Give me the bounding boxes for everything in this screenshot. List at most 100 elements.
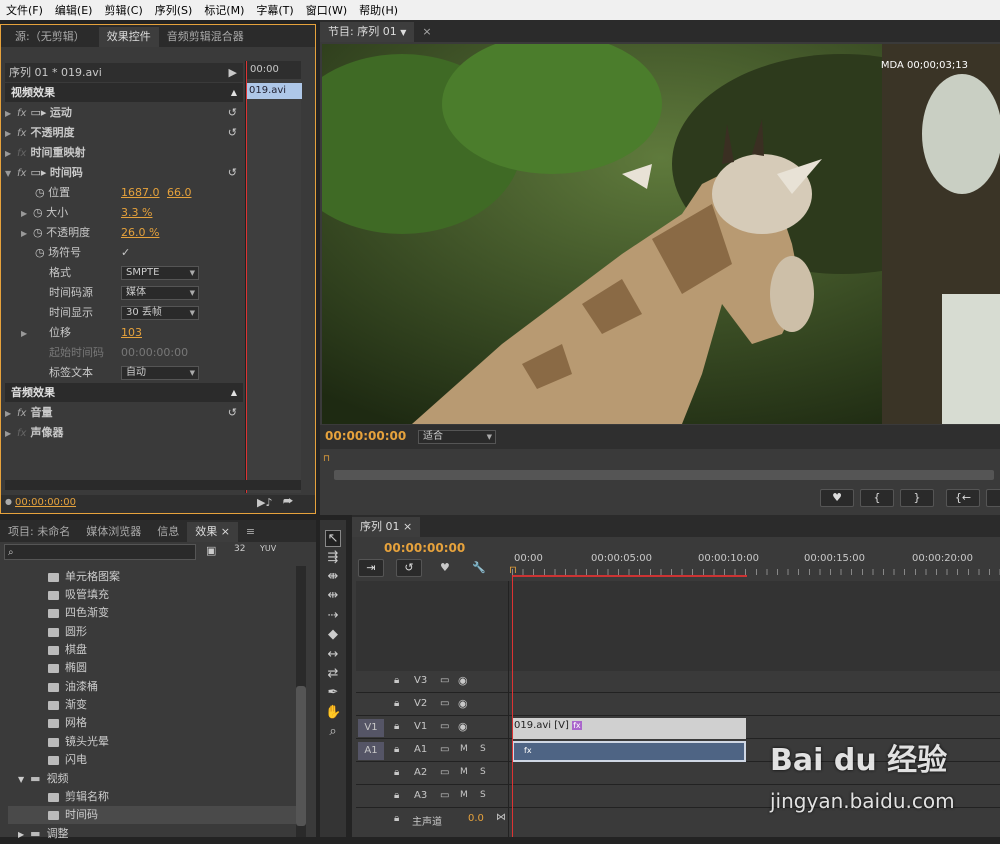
list-item[interactable]: 镜头光晕 <box>48 733 109 751</box>
add-marker-icon[interactable]: ♥ <box>440 561 450 574</box>
work-area-bar[interactable] <box>512 575 747 577</box>
expand-icon[interactable]: ▶ <box>18 830 24 839</box>
timeline-playhead[interactable] <box>512 575 513 837</box>
list-item[interactable]: 油漆桶 <box>48 678 98 696</box>
slip-tool-icon[interactable]: ↔ <box>325 647 341 662</box>
fx-icon[interactable]: fx <box>17 168 26 179</box>
sync-lock-icon[interactable]: ▭ <box>440 698 449 709</box>
track-select-tool-icon[interactable]: ⇶ <box>325 550 341 565</box>
zoom-tool-icon[interactable]: ⌕ <box>325 724 341 739</box>
rolling-edit-tool-icon[interactable]: ⇹ <box>325 588 341 603</box>
list-item[interactable]: 时间码 <box>8 806 296 824</box>
play-arrow-icon[interactable]: ▶ <box>229 63 237 82</box>
list-item[interactable]: 闪电 <box>48 751 87 769</box>
hand-tool-icon[interactable]: ✋ <box>325 705 341 720</box>
list-item[interactable]: 网格 <box>48 714 87 732</box>
menu-marker[interactable]: 标记(M) <box>198 2 250 18</box>
list-item[interactable]: 单元格图案 <box>48 568 120 586</box>
lock-icon[interactable]: 🔒︎ <box>394 790 399 801</box>
lock-icon[interactable]: 🔒︎ <box>394 744 399 755</box>
ripple-edit-tool-icon[interactable]: ⇼ <box>325 569 341 584</box>
list-item[interactable]: 椭圆 <box>48 659 87 677</box>
stopwatch-icon[interactable]: ◷ <box>35 186 45 199</box>
sync-lock-icon[interactable]: ▭ <box>440 767 449 778</box>
stopwatch-icon[interactable]: ◷ <box>35 246 45 259</box>
audio-play-icon[interactable]: ▶♪ <box>257 496 272 509</box>
list-item[interactable]: 渐变 <box>48 696 87 714</box>
collapse-icon[interactable]: ▲ <box>231 83 237 102</box>
effect-panner[interactable]: ▶ fx 声像器 <box>5 423 243 442</box>
master-end-icon[interactable]: ⋈ <box>496 812 506 823</box>
collapse-icon[interactable]: ▼ <box>5 164 17 183</box>
lock-icon[interactable]: 🔒︎ <box>394 698 399 709</box>
expand-icon[interactable]: ▶ <box>5 104 17 123</box>
menu-clip[interactable]: 剪辑(C) <box>98 2 148 18</box>
fit-select[interactable]: 适合 <box>418 430 496 444</box>
list-item[interactable]: 四色渐变 <box>48 604 109 622</box>
reset-icon[interactable]: ↺ <box>228 123 237 142</box>
reset-icon[interactable]: ↺ <box>228 103 237 122</box>
eye-icon[interactable]: ◉ <box>458 674 468 687</box>
timeline-ruler[interactable]: 00:00 00:00:05:00 00:00:10:00 00:00:15:0… <box>509 551 1000 579</box>
fx-icon[interactable]: fx <box>17 128 26 139</box>
list-item[interactable]: 圆形 <box>48 623 87 641</box>
list-item[interactable]: 吸管填充 <box>48 586 109 604</box>
audio-clip[interactable]: fx <box>512 741 746 762</box>
folder-video[interactable]: ▼ ▬ 视频 <box>18 770 69 788</box>
master-volume-value[interactable]: 0.0 <box>468 813 484 824</box>
effect-time-remap[interactable]: ▶ fx 时间重映射 <box>5 143 243 162</box>
sync-lock-icon[interactable]: ▭ <box>440 790 449 801</box>
tab-effects[interactable]: 效果 × <box>187 522 238 542</box>
rate-stretch-tool-icon[interactable]: ⇢ <box>325 608 341 623</box>
source-select[interactable]: 媒体 <box>121 286 199 300</box>
effect-opacity[interactable]: ▶ fx 不透明度 ↺ <box>5 123 243 142</box>
ec-scrollbar[interactable] <box>5 480 301 490</box>
program-current-time[interactable]: 00:00:00:00 <box>325 429 406 443</box>
label-text-select[interactable]: 自动 <box>121 366 199 380</box>
go-to-out-button[interactable] <box>986 489 1000 507</box>
zoom-scrollbar[interactable] <box>334 470 994 480</box>
opacity-value[interactable]: 26.0 % <box>121 223 159 242</box>
fx-icon[interactable]: fx <box>17 108 26 119</box>
yuv-effects-icon[interactable]: YUV <box>260 544 276 553</box>
tab-program[interactable]: 节目: 序列 01 ▼ <box>320 22 415 42</box>
expand-icon[interactable]: ▶ <box>21 204 33 223</box>
folder-adjust[interactable]: ▶ ▬ 调整 <box>18 825 69 843</box>
source-patch-v1[interactable]: V1 <box>358 719 384 737</box>
go-to-in-button[interactable]: {← <box>946 489 980 507</box>
accelerated-effects-icon[interactable]: ▣ <box>206 544 216 557</box>
close-icon[interactable]: × <box>414 22 439 42</box>
scroll-thumb[interactable] <box>296 686 306 826</box>
tab-source[interactable]: 源:（无剪辑） <box>1 27 99 47</box>
collapse-icon[interactable]: ▼ <box>18 775 24 784</box>
menu-help[interactable]: 帮助(H) <box>353 2 404 18</box>
slide-tool-icon[interactable]: ⇄ <box>325 666 341 681</box>
stopwatch-icon[interactable]: ◷ <box>33 206 43 219</box>
effect-motion[interactable]: ▶ fx ▭▸ 运动 ↺ <box>5 103 243 122</box>
expand-icon[interactable]: ▶ <box>21 224 33 243</box>
menu-title[interactable]: 字幕(T) <box>250 2 299 18</box>
linked-selection-button[interactable]: ↺ <box>396 559 422 577</box>
source-patch-a1[interactable]: A1 <box>358 742 384 760</box>
format-select[interactable]: SMPTE <box>121 266 199 280</box>
size-value[interactable]: 3.3 % <box>121 203 152 222</box>
razor-tool-icon[interactable]: ◆ <box>325 627 341 642</box>
menu-sequence[interactable]: 序列(S) <box>149 2 199 18</box>
wrench-icon[interactable]: 🔧 <box>472 561 486 574</box>
tab-sequence[interactable]: 序列 01 × <box>352 517 421 537</box>
effects-search-input[interactable]: ⌕ <box>4 544 196 560</box>
add-marker-button[interactable]: ♥ <box>820 489 854 507</box>
mute-button[interactable]: M <box>460 767 468 777</box>
eye-icon[interactable]: ◉ <box>458 697 468 710</box>
eye-icon[interactable]: ◉ <box>458 720 468 733</box>
ec-playhead[interactable] <box>246 61 247 493</box>
pen-tool-icon[interactable]: ✒ <box>325 685 341 700</box>
expand-icon[interactable]: ▶ <box>21 324 33 343</box>
expand-icon[interactable]: ▶ <box>5 424 17 443</box>
playhead-marker-icon[interactable]: ⊓ <box>323 454 330 464</box>
dropdown-icon[interactable]: ▼ <box>400 28 406 37</box>
solo-button[interactable]: S <box>480 790 486 800</box>
selection-tool-icon[interactable]: ↖ <box>325 530 341 547</box>
sync-lock-icon[interactable]: ▭ <box>440 675 449 686</box>
snap-button[interactable]: ⇥ <box>358 559 384 577</box>
